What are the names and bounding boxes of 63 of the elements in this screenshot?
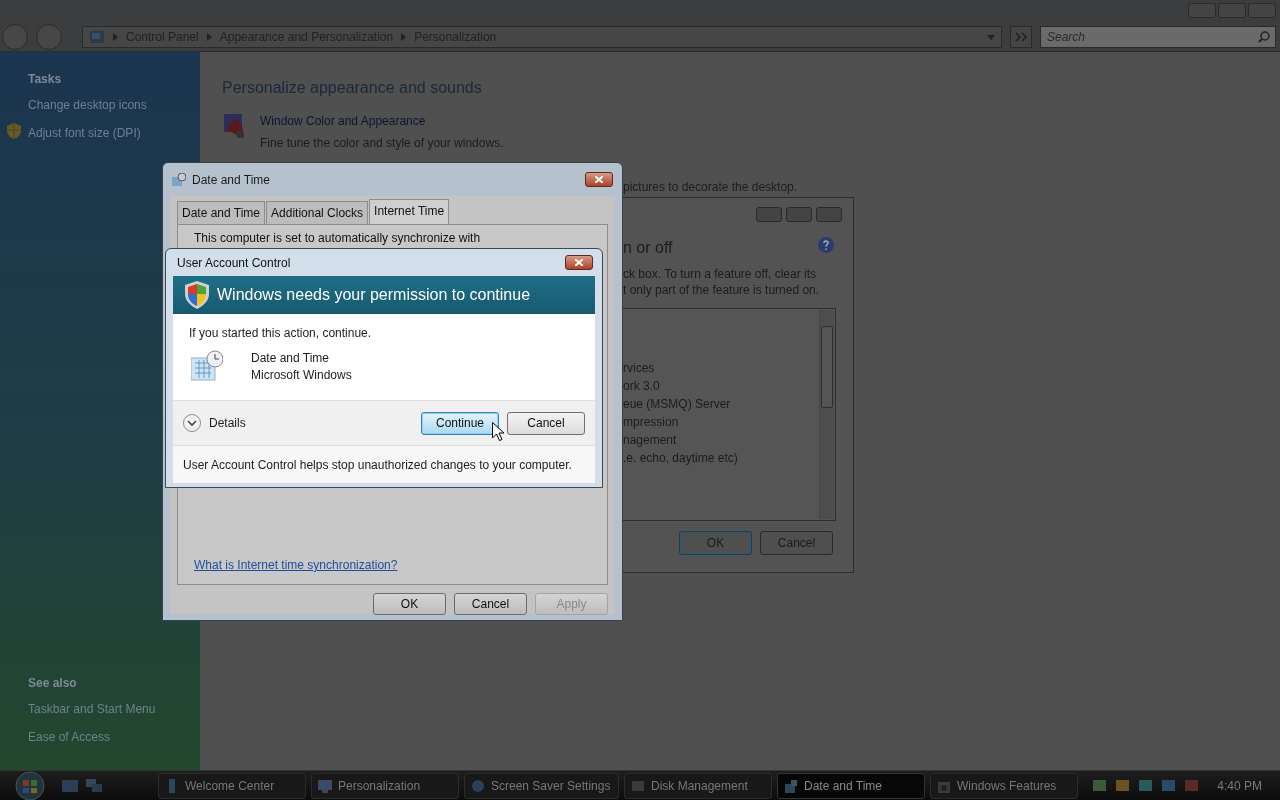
list-item[interactable]: nagement — [623, 431, 835, 449]
maximize-button[interactable] — [786, 207, 812, 222]
list-item[interactable]: ork 3.0 — [623, 377, 835, 395]
sidebar-link[interactable]: Taskbar and Start Menu — [28, 700, 200, 718]
dialog-button[interactable]: Cancel — [454, 593, 527, 615]
taskbar-button[interactable]: Personalization — [311, 772, 459, 799]
dialog-button[interactable]: OK — [373, 593, 446, 615]
clock[interactable]: 4:40 PM — [1217, 776, 1262, 795]
minimize-button[interactable] — [756, 207, 782, 222]
scrollbar-thumb[interactable] — [821, 326, 833, 408]
sidebar-heading: Tasks — [28, 71, 63, 88]
dropdown-icon — [987, 35, 995, 41]
program-name: Date and Time — [251, 350, 331, 367]
close-icon — [575, 259, 583, 266]
taskbar-button[interactable]: Windows Features — [930, 772, 1078, 799]
scrollbar[interactable] — [819, 310, 834, 519]
details-toggle[interactable]: Details — [183, 414, 246, 432]
taskbar-button[interactable]: Date and Time — [777, 772, 925, 799]
mouse-pointer-icon — [492, 422, 504, 441]
close-button[interactable] — [585, 172, 613, 187]
settings-link[interactable]: Window Color and Appearance — [260, 112, 504, 130]
chevron-icon — [401, 33, 407, 41]
tab[interactable]: Date and Time — [177, 201, 266, 224]
list-item[interactable]: rvices — [623, 359, 835, 377]
taskbar-button[interactable]: Welcome Center — [158, 772, 306, 799]
list-item[interactable]: .e. echo, daytime etc) — [623, 449, 835, 467]
taskbar-button[interactable]: Disk Management — [624, 772, 772, 799]
chevron-icon — [206, 33, 212, 41]
publisher-name: Microsoft Windows — [251, 367, 352, 384]
taskbar-button[interactable]: Screen Saver Settings — [464, 772, 619, 799]
footer-text: User Account Control helps stop unauthorized changes to your computer. — [183, 457, 573, 474]
dialog-button[interactable]: Continue — [421, 411, 499, 435]
refresh-button[interactable] — [1010, 26, 1032, 48]
body-text: This computer is set to automatically synchronize with — [194, 230, 482, 247]
search-icon — [1258, 31, 1270, 43]
details-label: Details — [209, 415, 246, 432]
window-title: User Account Control — [177, 254, 291, 272]
sidebar-heading: See also — [28, 675, 78, 692]
tab[interactable]: Additional Clocks — [266, 201, 369, 224]
folder-icon — [89, 29, 105, 45]
clock-calendar-icon — [172, 172, 186, 187]
forward-button[interactable] — [36, 24, 62, 50]
sidebar-link[interactable]: Ease of Access — [28, 728, 200, 746]
list-item[interactable]: mpression — [623, 413, 835, 431]
clock-calendar-icon — [191, 350, 223, 382]
feature-list[interactable]: rvices ork 3.0 eue (MSMQ) Server mpression nagement .e. echo, daytime etc) — [623, 308, 836, 521]
close-icon — [595, 176, 603, 183]
prompt-text: If you started this action, continue. — [189, 325, 373, 342]
back-button[interactable] — [2, 24, 28, 50]
close-button[interactable] — [565, 255, 593, 270]
sidebar-link[interactable]: Change desktop icons — [28, 96, 200, 114]
banner-title: Windows needs your permission to continue — [217, 285, 531, 305]
minimize-button[interactable] — [1188, 3, 1216, 18]
search-field[interactable]: Search — [1040, 26, 1276, 48]
tab[interactable]: Internet Time — [369, 199, 450, 224]
help-link[interactable]: What is Internet time synchronization? — [194, 556, 398, 574]
help-icon — [818, 237, 834, 253]
sidebar-link[interactable]: Adjust font size (DPI) — [28, 124, 200, 142]
window-title: Date and Time — [192, 171, 271, 189]
list-item[interactable]: eue (MSMQ) Server — [623, 395, 835, 413]
dialog-button[interactable]: Cancel — [507, 411, 585, 435]
restore-button[interactable] — [1218, 3, 1246, 18]
chevron-icon — [113, 33, 118, 41]
